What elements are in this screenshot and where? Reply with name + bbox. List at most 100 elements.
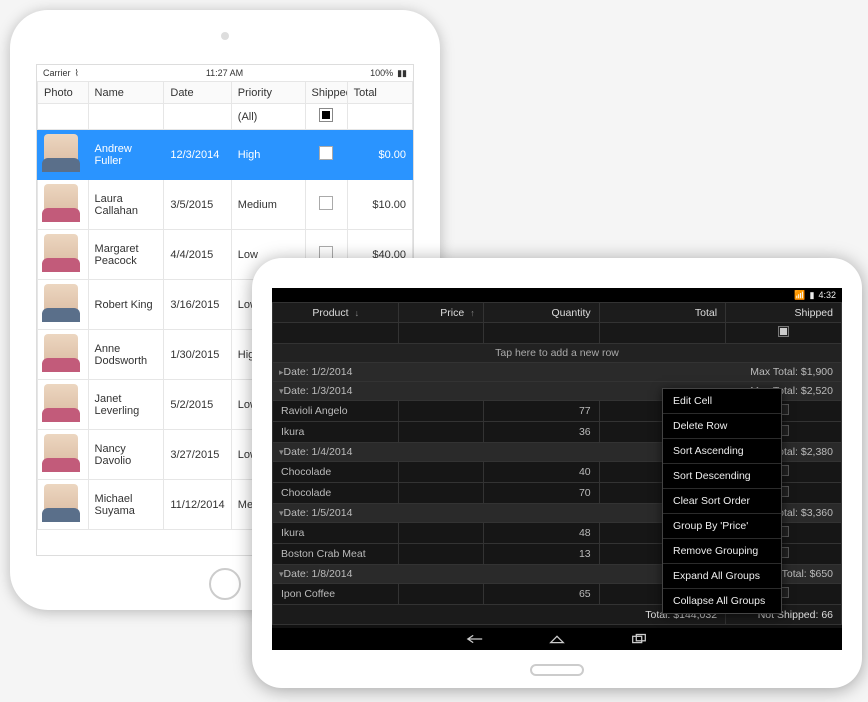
android-nav-bar — [272, 628, 842, 650]
cell-quantity: 48 — [483, 523, 599, 544]
shipped-checkbox[interactable] — [319, 196, 333, 210]
col-photo[interactable]: Photo — [38, 82, 89, 104]
cell-price — [399, 462, 483, 483]
context-menu[interactable]: Edit CellDelete RowSort AscendingSort De… — [662, 388, 782, 614]
android-device: 📶 ▮ 4:32 Product ↓ Price ↑ Quantity Total … — [252, 258, 862, 688]
add-row-label: Tap here to add a new row — [273, 344, 842, 363]
avatar — [44, 334, 78, 372]
cell-date: 5/2/2015 — [164, 380, 231, 430]
table-row[interactable]: Laura Callahan3/5/2015Medium $10.00 — [38, 180, 413, 230]
avatar — [44, 234, 78, 272]
cell-date: 11/12/2014 — [164, 480, 231, 530]
cell-name: Andrew Fuller — [88, 130, 164, 180]
menu-item[interactable]: Collapse All Groups — [663, 589, 781, 613]
cell-date: 1/30/2015 — [164, 330, 231, 380]
col-product[interactable]: Product ↓ — [273, 303, 399, 323]
filter-shipped-checkbox[interactable] — [778, 326, 789, 337]
avatar — [44, 484, 78, 522]
cell-date: 3/16/2015 — [164, 280, 231, 330]
col-quantity[interactable]: Quantity — [483, 303, 599, 323]
chevron-right-icon — [279, 366, 284, 378]
col-price[interactable]: Price ↑ — [399, 303, 483, 323]
cell-product: Ikura — [273, 422, 399, 443]
cell-date: 4/4/2015 — [164, 230, 231, 280]
carrier-label: Carrier — [43, 68, 71, 78]
ipad-home-button[interactable] — [209, 568, 241, 600]
android-screen: 📶 ▮ 4:32 Product ↓ Price ↑ Quantity Total … — [272, 288, 842, 650]
cell-priority: High — [231, 130, 305, 180]
shipped-checkbox[interactable] — [319, 146, 333, 160]
chevron-down-icon — [279, 568, 284, 580]
sort-desc-icon: ↓ — [355, 308, 360, 318]
col-date[interactable]: Date — [164, 82, 231, 104]
add-new-row[interactable]: Tap here to add a new row — [273, 344, 842, 363]
status-time: 11:27 AM — [206, 68, 243, 78]
cell-product: Chocolade — [273, 462, 399, 483]
chevron-down-icon — [279, 507, 284, 519]
wifi-icon: ⌇ — [75, 68, 79, 79]
group-max-total: Max Total: $1,900 — [750, 366, 833, 378]
cell-date: 3/27/2015 — [164, 430, 231, 480]
cell-product: Ikura — [273, 523, 399, 544]
cell-name: Robert King — [88, 280, 164, 330]
cell-price — [399, 523, 483, 544]
cell-priority: Medium — [231, 180, 305, 230]
ios-status-bar: Carrier ⌇ 11:27 AM 100% ▮▮ — [37, 65, 413, 81]
cell-product: Ravioli Angelo — [273, 401, 399, 422]
nav-recent-button[interactable] — [628, 632, 650, 646]
filter-shipped-checkbox[interactable] — [319, 108, 333, 122]
cell-quantity: 70 — [483, 483, 599, 504]
cell-name: Nancy Davolio — [88, 430, 164, 480]
cell-date: 3/5/2015 — [164, 180, 231, 230]
menu-item[interactable]: Sort Descending — [663, 464, 781, 489]
cell-name: Janet Leverling — [88, 380, 164, 430]
group-row[interactable]: Date: 1/2/2014Max Total: $1,900 — [273, 363, 842, 382]
android-header-row: Product ↓ Price ↑ Quantity Total Shipped — [273, 303, 842, 323]
sort-asc-icon: ↑ — [470, 308, 475, 318]
nav-home-button[interactable] — [546, 632, 568, 646]
cell-price — [399, 544, 483, 565]
cell-price — [399, 422, 483, 443]
cell-price — [399, 584, 483, 605]
status-time: 4:32 — [818, 290, 836, 300]
col-total[interactable]: Total — [599, 303, 725, 323]
avatar — [44, 134, 78, 172]
battery-label: 100% — [370, 68, 393, 78]
chevron-down-icon — [279, 446, 284, 458]
menu-item[interactable]: Delete Row — [663, 414, 781, 439]
cell-name: Laura Callahan — [88, 180, 164, 230]
ipad-camera — [221, 32, 229, 40]
table-row[interactable]: Andrew Fuller12/3/2014High$0.00 — [38, 130, 413, 180]
cell-total: $0.00 — [347, 130, 412, 180]
battery-icon: ▮ — [810, 290, 815, 301]
menu-item[interactable]: Edit Cell — [663, 389, 781, 414]
col-shipped[interactable]: Shipped — [305, 82, 347, 104]
nav-back-button[interactable] — [464, 632, 486, 646]
android-filter-row[interactable] — [273, 323, 842, 344]
cell-total: $10.00 — [347, 180, 412, 230]
menu-item[interactable]: Remove Grouping — [663, 539, 781, 564]
menu-item[interactable]: Sort Ascending — [663, 439, 781, 464]
android-status-bar: 📶 ▮ 4:32 — [272, 288, 842, 302]
col-product-label: Product — [312, 307, 348, 319]
cell-price — [399, 483, 483, 504]
cell-quantity: 36 — [483, 422, 599, 443]
ios-header-row: Photo Name Date Priority Shipped Total — [38, 82, 413, 104]
summary-total: Total: $144,032 — [273, 605, 726, 625]
col-total[interactable]: Total — [347, 82, 412, 104]
col-price-label: Price — [440, 307, 464, 319]
col-priority[interactable]: Priority — [231, 82, 305, 104]
android-home-pill[interactable] — [530, 664, 584, 676]
ios-filter-row[interactable]: (All) — [38, 104, 413, 130]
menu-item[interactable]: Expand All Groups — [663, 564, 781, 589]
col-shipped[interactable]: Shipped — [726, 303, 842, 323]
avatar — [44, 284, 78, 322]
menu-item[interactable]: Group By 'Price' — [663, 514, 781, 539]
cell-product: Ipon Coffee — [273, 584, 399, 605]
filter-priority[interactable]: (All) — [231, 104, 305, 130]
avatar — [44, 184, 78, 222]
cell-quantity: 77 — [483, 401, 599, 422]
cell-price — [399, 401, 483, 422]
menu-item[interactable]: Clear Sort Order — [663, 489, 781, 514]
col-name[interactable]: Name — [88, 82, 164, 104]
